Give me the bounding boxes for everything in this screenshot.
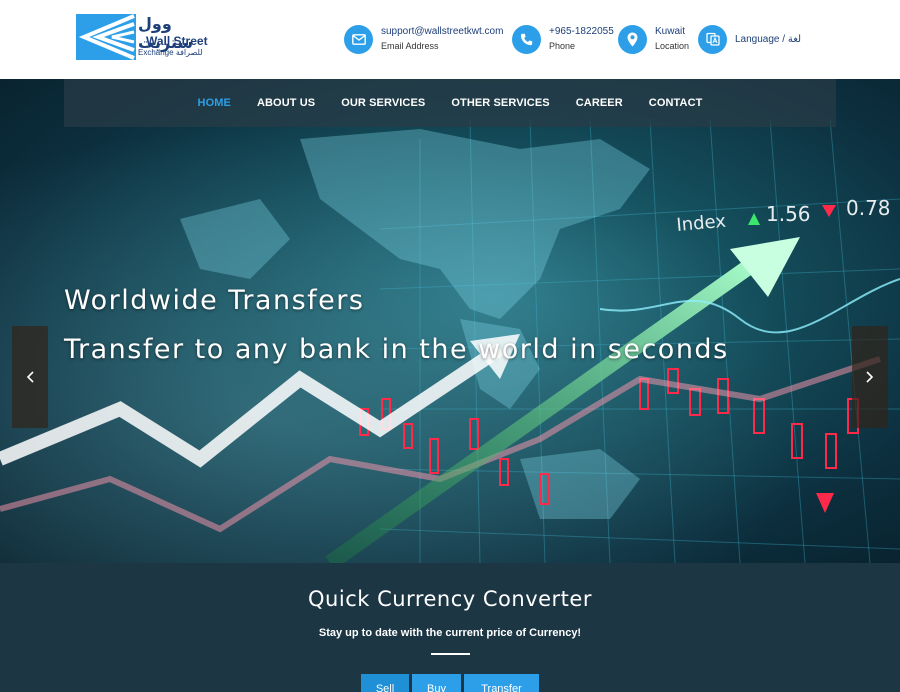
ticker-label: Index — [676, 211, 728, 236]
divider — [431, 653, 470, 655]
hero-slider: Index 1.56 0.78 HOME ABOUT US OUR SERVIC… — [0, 79, 900, 563]
converter-subtitle: Stay up to date with the current price o… — [318, 627, 582, 639]
hero-headline: Worldwide Transfers — [64, 285, 365, 316]
main-nav: HOME ABOUT US OUR SERVICES OTHER SERVICE… — [64, 79, 836, 127]
site-header: وول ستريت Wall Street Exchange للصرافة s… — [0, 0, 900, 79]
chevron-left-icon — [26, 371, 34, 383]
location-label: Location — [655, 41, 690, 51]
language-icon — [698, 24, 727, 54]
language-switcher[interactable]: Language / لغة — [698, 24, 801, 54]
phone-value: +965-1822055 — [549, 26, 614, 37]
contact-email[interactable]: support@wallstreetkwt.com Email Address — [344, 24, 503, 54]
map-pin-icon — [618, 24, 647, 54]
converter-title: Quick Currency Converter — [308, 587, 592, 611]
phone-icon — [512, 24, 541, 54]
slider-next-button[interactable] — [852, 326, 888, 428]
ticker-up-value: 1.56 — [766, 202, 811, 226]
nav-contact[interactable]: CONTACT — [649, 97, 703, 109]
currency-converter-section: Quick Currency Converter Stay up to date… — [0, 563, 900, 692]
nav-our-services[interactable]: OUR SERVICES — [341, 97, 425, 109]
converter-tabs: Sell Buy Transfer — [361, 674, 542, 692]
tab-sell[interactable]: Sell — [361, 674, 409, 692]
phone-label: Phone — [549, 41, 576, 51]
chevron-right-icon — [866, 371, 874, 383]
nav-home[interactable]: HOME — [198, 97, 231, 109]
logo[interactable]: وول ستريت Wall Street Exchange للصرافة — [76, 14, 222, 62]
nav-other-services[interactable]: OTHER SERVICES — [451, 97, 549, 109]
tab-transfer[interactable]: Transfer — [464, 674, 539, 692]
logo-subtitle: Exchange للصرافة — [138, 48, 203, 57]
language-label: Language / لغة — [735, 33, 802, 45]
slider-prev-button[interactable] — [12, 326, 48, 428]
nav-about-us[interactable]: ABOUT US — [257, 97, 315, 109]
email-value: support@wallstreetkwt.com — [381, 26, 504, 37]
email-label: Email Address — [381, 41, 439, 51]
location-value: Kuwait — [655, 26, 686, 37]
ticker-down-value: 0.78 — [846, 196, 891, 220]
nav-career[interactable]: CAREER — [576, 97, 623, 109]
hero-background-image: Index 1.56 0.78 — [0, 79, 900, 563]
hero-subheadline: Transfer to any bank in the world in sec… — [64, 334, 729, 365]
logo-chevron-icon — [76, 14, 136, 60]
envelope-icon — [344, 24, 373, 54]
tab-buy[interactable]: Buy — [412, 674, 461, 692]
contact-location[interactable]: Kuwait Location — [618, 24, 689, 54]
contact-phone[interactable]: +965-1822055 Phone — [512, 24, 614, 54]
logo-english: Wall Street — [146, 34, 208, 48]
